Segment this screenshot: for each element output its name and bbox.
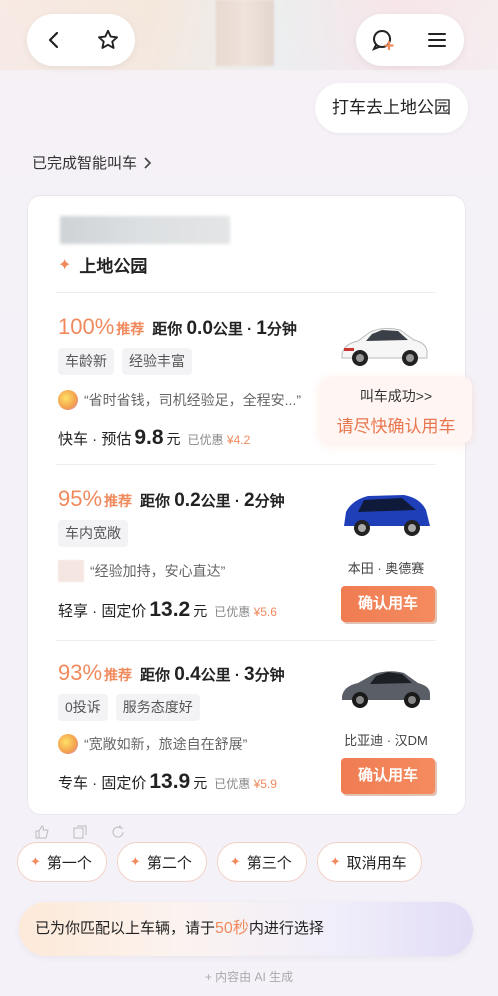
tag: 车龄新 [58, 348, 114, 375]
recommend-label: 推荐 [116, 321, 145, 337]
price-value: 9.8 [134, 426, 164, 449]
driver-quote: “经验加持，安心直达” [58, 560, 225, 582]
countdown-seconds: 50秒 [215, 920, 249, 937]
assistant-avatar-icon [58, 734, 78, 754]
discount: 已优惠 ¥5.6 [214, 605, 277, 619]
thumbs-up-icon[interactable] [34, 825, 50, 839]
sparkle-icon: ✦ [30, 854, 41, 869]
toast-title: 叫车成功>> [359, 388, 433, 404]
distance-info: 距你 0.4公里 · 3分钟 [140, 664, 285, 685]
confirm-ride-button[interactable]: 确认用车 [341, 586, 435, 622]
confirm-ride-button[interactable]: 确认用车 [341, 758, 435, 794]
destination-row: ✦ 上地公园 [58, 252, 147, 277]
price-value: 13.2 [149, 598, 191, 621]
tag: 服务态度好 [115, 694, 200, 721]
selection-timer-bar: 已为你匹配以上车辆，请于50秒内进行选择 [19, 902, 473, 956]
option-headline: 100% 推荐 距你 0.0公里 · 1分钟 [58, 314, 297, 340]
option-headline: 93% 推荐 距你 0.4公里 · 3分钟 [58, 660, 285, 686]
status-text: 已完成智能叫车 [32, 155, 138, 172]
option-headline: 95% 推荐 距你 0.2公里 · 2分钟 [58, 486, 285, 512]
menu-icon [428, 33, 446, 47]
status-line[interactable]: 已完成智能叫车 [32, 152, 153, 173]
recommend-label: 推荐 [104, 493, 133, 509]
match-percent: 95% [58, 486, 103, 511]
chip-first[interactable]: ✦ 第一个 [17, 842, 107, 882]
quote-text: “省时省钱，司机经验足，全程安...” [84, 392, 301, 408]
chevron-left-icon [48, 31, 59, 49]
recommend-label: 推荐 [104, 667, 133, 683]
ai-generated-note: + 内容由 AI 生成 [204, 970, 294, 984]
refresh-icon[interactable] [110, 825, 126, 839]
user-message-bubble: 打车去上地公园 [315, 83, 468, 133]
price-row: 专车 · 固定价 13.9 元 已优惠 ¥5.9 [58, 770, 277, 793]
copy-icon[interactable] [72, 825, 88, 839]
price-value: 13.9 [149, 770, 191, 793]
price-label: 专车 · 固定价 [58, 775, 147, 792]
tag-list: 车内宽敞 [58, 520, 128, 547]
nav-left-group [27, 14, 135, 66]
match-percent: 100% [58, 314, 115, 339]
chat-plus-icon [371, 30, 394, 51]
driver-quote: “宽敞如新，旅途自在舒展” [58, 734, 247, 754]
discount: 已优惠 ¥5.9 [214, 777, 277, 791]
feedback-icons [34, 825, 126, 839]
nav-right-group [356, 14, 464, 66]
toast-message: 请尽快确认用车 [336, 417, 456, 436]
divider [56, 464, 436, 465]
car-model-name: 比亚迪 · 汉DM [344, 733, 428, 748]
tag-list: 0投诉 服务态度好 [58, 694, 200, 721]
favorite-button[interactable] [91, 23, 125, 57]
chevron-right-icon [144, 156, 152, 169]
menu-button[interactable] [420, 23, 454, 57]
star-icon [98, 29, 118, 49]
car-model-name: 本田 · 奥德赛 [347, 561, 425, 576]
chip-third[interactable]: ✦ 第三个 [216, 842, 307, 882]
sparkle-icon: ✦ [129, 854, 141, 869]
tag-list: 车龄新 经验丰富 [58, 348, 192, 375]
divider [56, 292, 436, 293]
new-chat-button[interactable] [366, 23, 400, 57]
chip-second[interactable]: ✦ 第二个 [116, 842, 207, 882]
price-row: 轻享 · 固定价 13.2 元 已优惠 ¥5.6 [58, 598, 277, 621]
car-image-blue-minivan [344, 495, 430, 536]
sparkle-icon: ✦ [229, 854, 241, 869]
quick-reply-chips: ✦ 第一个 ✦ 第二个 ✦ 第三个 ✦ 取消用车 [17, 842, 422, 882]
back-button[interactable] [37, 23, 71, 57]
divider [56, 640, 436, 641]
chip-cancel[interactable]: ✦ 取消用车 [316, 842, 422, 882]
blurred-header-image [216, 0, 274, 66]
price-label: 快车 · 预估 [58, 431, 132, 448]
blurred-origin [60, 216, 230, 244]
price-row: 快车 · 预估 9.8 元 已优惠 ¥4.2 [58, 426, 251, 449]
call-success-toast[interactable]: 叫车成功>> 请尽快确认用车 [320, 377, 472, 443]
driver-avatar [58, 560, 84, 582]
quote-text: “经验加持，安心直达” [90, 563, 226, 579]
car-image-white-sedan [341, 327, 428, 366]
distance-info: 距你 0.2公里 · 2分钟 [140, 490, 285, 511]
tag: 车内宽敞 [58, 520, 128, 547]
tag: 经验丰富 [122, 348, 192, 375]
quote-text: “宽敞如新，旅途自在舒展” [84, 736, 248, 752]
sparkle-icon: ✦ [329, 854, 341, 869]
ride-options-card: ✦ 上地公园 100% 推荐 距你 0.0公里 · 1分钟 车龄新 经验丰富 “… [27, 195, 466, 815]
driver-quote: “省时省钱，司机经验足，全程安...” [58, 390, 301, 410]
sparkle-icon: ✦ [58, 256, 72, 274]
assistant-avatar-icon [58, 390, 78, 410]
match-percent: 93% [58, 660, 103, 685]
distance-info: 距你 0.0公里 · 1分钟 [152, 318, 297, 339]
destination-name: 上地公园 [79, 257, 148, 276]
tag: 0投诉 [58, 694, 108, 721]
discount: 已优惠 ¥4.2 [187, 433, 251, 447]
price-label: 轻享 · 固定价 [58, 603, 147, 620]
car-image-grey-sedan [342, 671, 430, 708]
